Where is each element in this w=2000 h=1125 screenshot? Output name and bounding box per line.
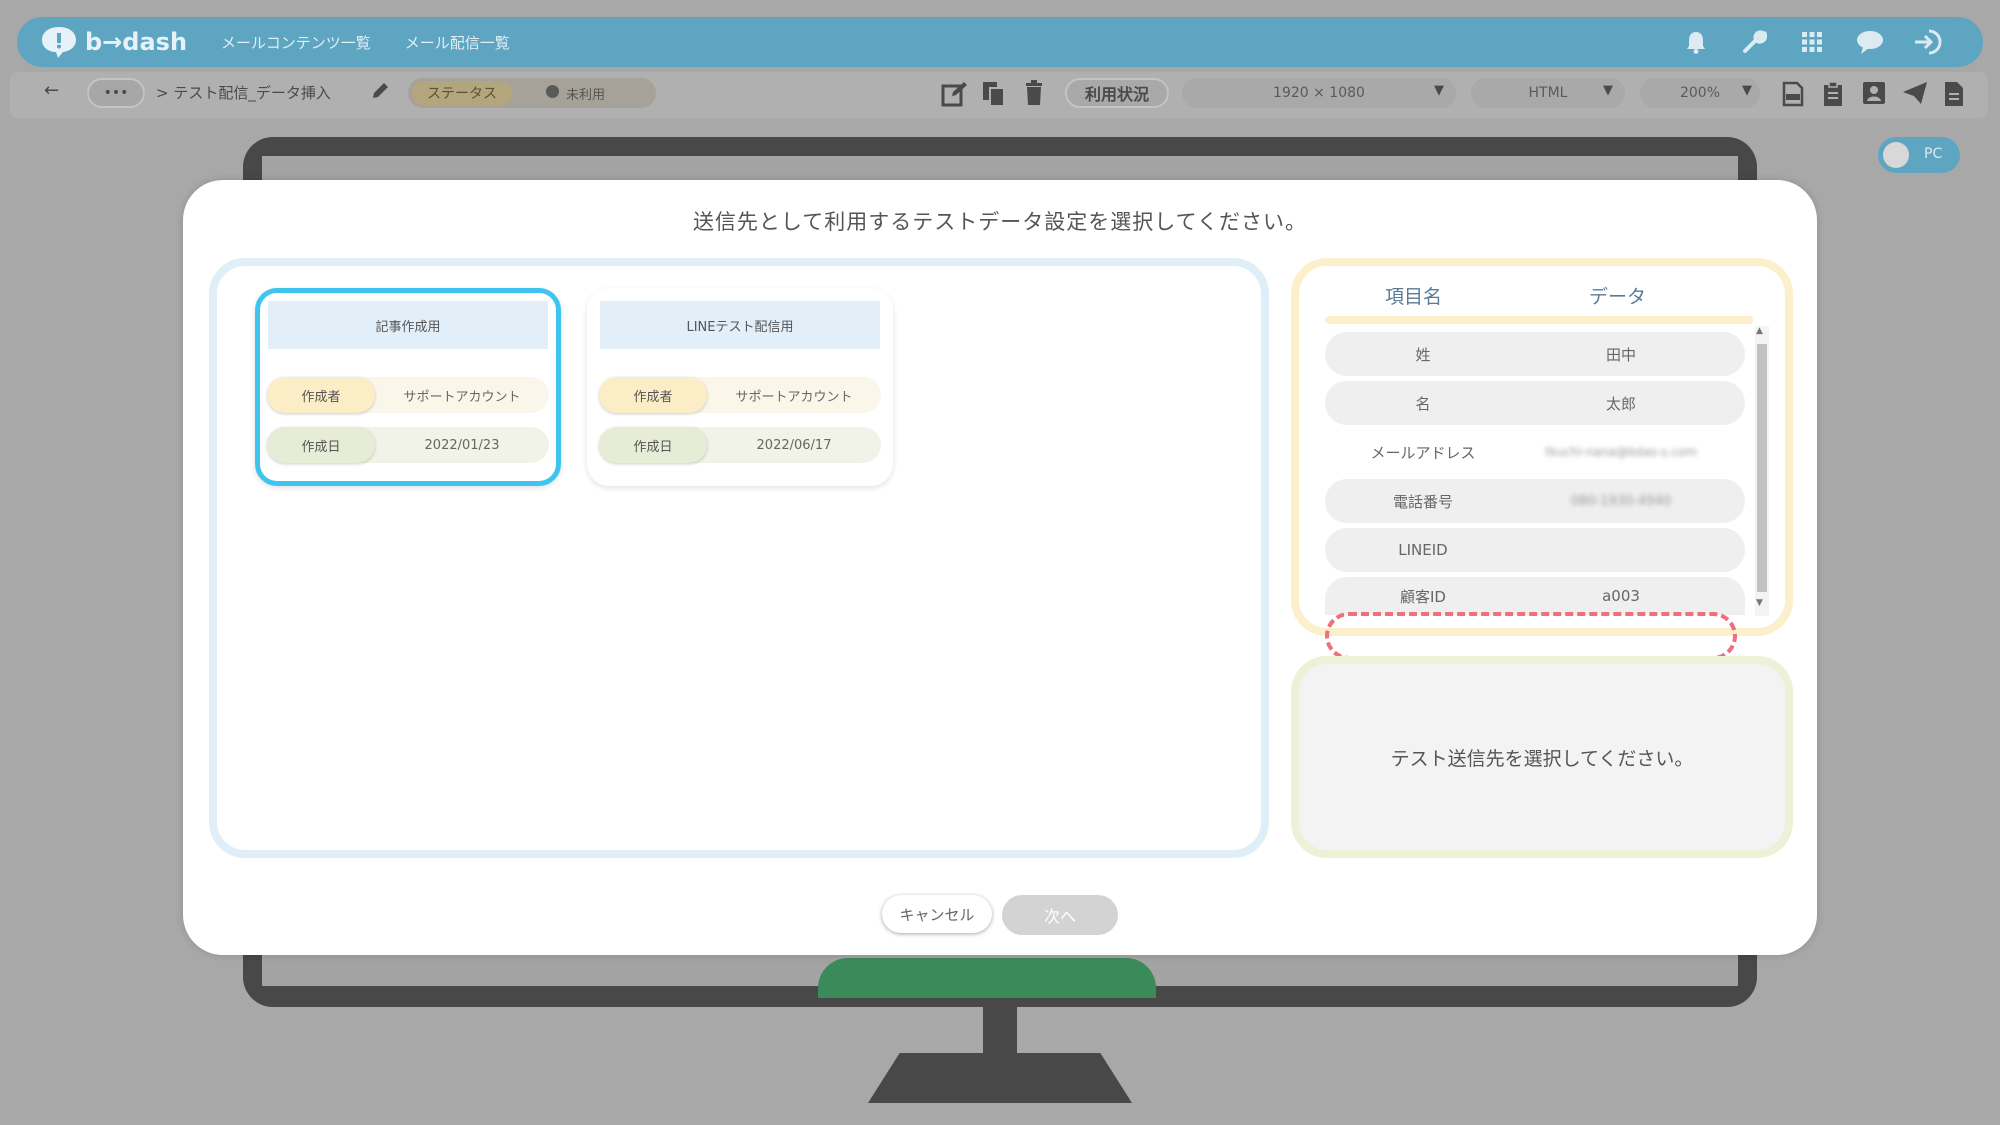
header-divider xyxy=(1325,316,1753,324)
document-icon[interactable] xyxy=(1944,81,1964,111)
card-title: 記事作成用 xyxy=(268,301,548,349)
email-highlight-annotation xyxy=(1325,612,1737,660)
data-value: 080-1930-4940 xyxy=(1570,493,1672,509)
creator-label: 作成者 xyxy=(267,377,375,413)
data-key: 電話番号 xyxy=(1392,492,1453,511)
zoom-select[interactable]: 200% ▼ xyxy=(1640,78,1760,108)
data-row: 姓 田中 xyxy=(1325,332,1745,376)
nav-mail-contents[interactable]: メールコンテンツ一覧 xyxy=(221,32,371,53)
chevron-down-icon: ▼ xyxy=(1434,83,1444,98)
speech-bubble-logo-icon xyxy=(42,27,76,58)
data-row: 顧客ID a003 xyxy=(1325,577,1745,615)
card-date-row: 作成日 2022/06/17 xyxy=(599,427,881,463)
date-value: 2022/06/17 xyxy=(756,437,832,453)
detail-header: 項目名 データ xyxy=(1299,282,1785,312)
date-label: 作成日 xyxy=(599,427,707,463)
nav-mail-delivery[interactable]: メール配信一覧 xyxy=(405,32,510,53)
usage-status-button[interactable]: 利用状況 xyxy=(1065,78,1169,108)
data-row: LINEID xyxy=(1325,528,1745,572)
test-data-card[interactable]: LINEテスト配信用 作成者 サポートアカウント 作成日 2022/06/17 xyxy=(587,288,893,486)
data-value xyxy=(1521,528,1721,572)
card-date-row: 作成日 2022/01/23 xyxy=(267,427,549,463)
more-button[interactable]: ••• xyxy=(87,78,145,108)
status-value: 未利用 xyxy=(566,88,606,103)
card-creator-row: 作成者 サポートアカウント xyxy=(267,377,549,413)
resolution-select[interactable]: 1920 × 1080 ▼ xyxy=(1182,78,1456,108)
next-button[interactable]: 次へ xyxy=(1002,895,1118,935)
status-pill: ステータス 未利用 xyxy=(408,78,656,108)
date-value: 2022/01/23 xyxy=(424,437,500,453)
preview-green-button xyxy=(818,958,1156,998)
editor-toolbar: ← ••• > テスト配信_データ挿入 ステータス 未利用 利用状況 1920 … xyxy=(10,72,1988,118)
trash-icon[interactable] xyxy=(1024,80,1044,110)
creator-label: 作成者 xyxy=(599,377,707,413)
chevron-down-icon: ▼ xyxy=(1603,83,1613,98)
column-header-item-name: 項目名 xyxy=(1385,286,1443,308)
logo-text: b→dash xyxy=(85,28,188,56)
column-header-data: データ xyxy=(1589,286,1647,308)
wrench-icon[interactable] xyxy=(1739,27,1769,57)
toggle-label: PC xyxy=(1924,146,1943,162)
test-data-card[interactable]: 記事作成用 作成者 サポートアカウント 作成日 2022/01/23 xyxy=(255,288,561,486)
cancel-button[interactable]: キャンセル xyxy=(882,895,992,933)
detail-scrollbar[interactable]: ▲ ▼ xyxy=(1755,326,1769,616)
card-title: LINEテスト配信用 xyxy=(600,301,880,349)
data-key: 顧客ID xyxy=(1400,587,1446,606)
bell-icon[interactable] xyxy=(1681,27,1711,57)
data-row: 名 太郎 xyxy=(1325,381,1745,425)
logout-icon[interactable] xyxy=(1913,27,1943,57)
test-data-list-panel: 記事作成用 作成者 サポートアカウント 作成日 2022/01/23 LINEテ… xyxy=(209,258,1269,858)
modal-title: 送信先として利用するテストデータ設定を選択してください。 xyxy=(692,210,1308,234)
format-select[interactable]: HTML ▼ xyxy=(1471,78,1625,108)
resolution-value: 1920 × 1080 xyxy=(1273,85,1365,101)
data-value: 太郎 xyxy=(1605,394,1636,413)
top-navigation-bar: b→dash メールコンテンツ一覧 メール配信一覧 xyxy=(17,17,1983,67)
scroll-down-arrow-icon[interactable]: ▼ xyxy=(1756,598,1763,608)
copy-icon[interactable] xyxy=(981,80,1007,112)
data-value: a003 xyxy=(1602,587,1640,605)
data-row: 電話番号 080-1930-4940 xyxy=(1325,479,1745,523)
creator-value: サポートアカウント xyxy=(403,389,521,405)
date-label: 作成日 xyxy=(267,427,375,463)
edit-icon[interactable] xyxy=(940,80,968,112)
data-key: 名 xyxy=(1415,394,1431,413)
zoom-value: 200% xyxy=(1679,85,1721,101)
select-destination-message: テスト送信先を選択してください。 xyxy=(1390,747,1694,770)
data-row: メールアドレス tkuchi-nana@bdas-s.com xyxy=(1325,430,1745,474)
chat-icon[interactable] xyxy=(1855,27,1885,57)
data-value: 田中 xyxy=(1605,345,1636,364)
test-data-detail-panel: 項目名 データ 姓 田中 名 太郎 メールアドレス tkuchi-nana@bd… xyxy=(1291,258,1793,636)
html-file-icon[interactable] xyxy=(1782,81,1804,111)
top-icons xyxy=(1681,27,1943,57)
creator-value: サポートアカウント xyxy=(735,389,853,405)
clipboard-icon[interactable] xyxy=(1822,81,1844,111)
monitor-stand-base xyxy=(868,1053,1132,1103)
minus-circle-icon xyxy=(546,85,559,98)
pencil-icon[interactable] xyxy=(370,81,390,105)
data-key: LINEID xyxy=(1398,541,1448,559)
back-arrow-icon[interactable]: ← xyxy=(44,80,59,101)
data-value: tkuchi-nana@bdas-s.com xyxy=(1545,445,1697,459)
logo[interactable]: b→dash xyxy=(39,25,187,59)
format-value: HTML xyxy=(1528,85,1568,101)
card-creator-row: 作成者 サポートアカウント xyxy=(599,377,881,413)
toggle-knob xyxy=(1883,142,1909,168)
send-icon[interactable] xyxy=(1902,81,1928,109)
contact-card-icon[interactable] xyxy=(1862,81,1886,109)
scroll-thumb[interactable] xyxy=(1757,344,1767,592)
pc-toggle[interactable]: PC xyxy=(1878,137,1960,173)
status-label: ステータス xyxy=(412,81,512,105)
scroll-up-arrow-icon[interactable]: ▲ xyxy=(1756,326,1763,336)
grid-menu-icon[interactable] xyxy=(1797,27,1827,57)
data-key: 姓 xyxy=(1415,345,1431,364)
data-key: メールアドレス xyxy=(1370,443,1476,462)
select-test-data-modal: 送信先として利用するテストデータ設定を選択してください。 記事作成用 作成者 サ… xyxy=(183,180,1817,955)
breadcrumb: > テスト配信_データ挿入 xyxy=(156,84,331,102)
test-destination-panel: テスト送信先を選択してください。 xyxy=(1291,656,1793,858)
chevron-down-icon: ▼ xyxy=(1742,83,1752,98)
